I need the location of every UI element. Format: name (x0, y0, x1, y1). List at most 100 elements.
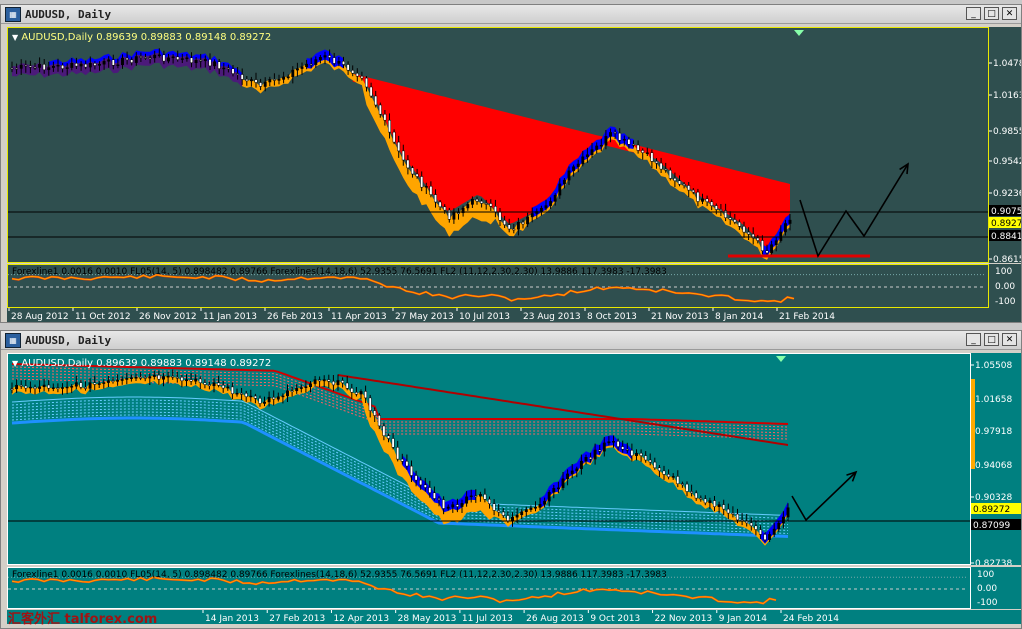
candle-body (602, 442, 606, 452)
indicator-tick-label: -100 (995, 297, 1016, 307)
candle-body (484, 203, 488, 205)
date-label: 11 Jan 2013 (203, 312, 257, 322)
candle-body (438, 201, 442, 208)
candle-body (722, 504, 726, 510)
candle-body (733, 219, 737, 223)
candle-body (627, 139, 631, 145)
window-titlebar-top[interactable]: ▦ AUDUSD, Daily _ □ ✕ (1, 5, 1021, 24)
candle-body (657, 467, 661, 472)
candle-body (351, 70, 355, 74)
price-tick-label: 0.8615 (993, 255, 1021, 263)
candle-body (758, 529, 762, 535)
close-button[interactable]: ✕ (1002, 7, 1017, 20)
maximize-button[interactable]: □ (984, 333, 999, 346)
candle-body (507, 224, 511, 230)
candle-body (15, 67, 19, 70)
candle-body (364, 391, 368, 399)
candle-body (212, 382, 216, 387)
candle-body (190, 57, 193, 63)
price-tick-label: 0.94068 (975, 461, 1012, 471)
indicator-readout-bottom: Forexline1 0.0016 0.0010 FL05(14, 5) 0.8… (12, 570, 667, 580)
candle-body (538, 504, 542, 508)
candle-body (511, 516, 514, 522)
candle-body (365, 77, 368, 88)
candle-body (19, 384, 23, 387)
candle-body (28, 386, 32, 389)
candle-body (728, 217, 732, 220)
candle-body (581, 156, 585, 165)
candle-body (65, 386, 69, 389)
candle-body (323, 55, 327, 58)
date-label: 28 May 2013 (398, 614, 457, 624)
candle-body (415, 173, 419, 177)
candle-body (498, 211, 502, 221)
date-label: 21 Nov 2013 (651, 312, 709, 322)
date-label: 11 Apr 2013 (331, 312, 387, 322)
candle-body (254, 79, 258, 83)
candle-body (478, 494, 482, 497)
candle-body (194, 378, 198, 382)
candle-body (369, 86, 373, 97)
maximize-button[interactable]: □ (984, 7, 999, 20)
candle-body (24, 64, 28, 67)
candle-body (226, 386, 230, 389)
candle-body (272, 396, 276, 400)
date-label: 8 Oct 2013 (587, 312, 637, 322)
candle-body (524, 509, 528, 512)
candle-body (685, 483, 689, 492)
candle-body (354, 392, 358, 395)
candle-body (469, 495, 473, 498)
candle-body (691, 189, 695, 193)
indicator-panel-bottom[interactable]: Forexline1 0.0016 0.0010 FL05(14, 5) 0.8… (7, 567, 971, 609)
chart-window-bottom[interactable]: ▦ AUDUSD, Daily _ □ ✕ ▼ AUDUSD,Daily 0.8… (0, 330, 1022, 629)
candle-body (79, 63, 83, 67)
candle-body (516, 221, 520, 230)
price-panel-top[interactable]: ▼ AUDUSD,Daily 0.89639 0.89883 0.89148 0… (7, 27, 989, 263)
chart-window-top[interactable]: ▦ AUDUSD, Daily _ □ ✕ ▼ AUDUSD,Daily 0.8… (0, 4, 1022, 323)
candle-body (162, 376, 165, 380)
candle-body (314, 59, 318, 65)
candle-body (501, 511, 505, 516)
indicator-panel-top[interactable]: Forexline1 0.0016 0.0010 FL05(14, 5) 0.8… (7, 264, 989, 308)
candle-body (84, 63, 88, 68)
minimize-button[interactable]: _ (966, 333, 981, 346)
candle-body (203, 382, 207, 385)
candle-body (230, 386, 234, 394)
candle-body (682, 183, 686, 186)
candle-body (671, 476, 675, 478)
current-price-tag-label: 0.9075 (991, 207, 1021, 217)
chart-menu-icon[interactable]: ▼ (12, 359, 18, 368)
minimize-button[interactable]: _ (966, 7, 981, 20)
candle-body (38, 386, 42, 389)
projection-path (799, 163, 909, 258)
candle-body (286, 76, 290, 79)
candle-body (632, 144, 635, 146)
candle-body (198, 378, 202, 383)
candle-body (429, 186, 433, 195)
candle-body (645, 152, 649, 154)
candle-body (152, 374, 156, 377)
candle-body (783, 223, 787, 233)
candle-body (455, 504, 459, 507)
date-label: 9 Oct 2013 (590, 614, 640, 624)
candle-body (281, 395, 285, 398)
close-button[interactable]: ✕ (1002, 333, 1017, 346)
candle-body (102, 61, 106, 65)
chart-menu-icon[interactable]: ▼ (12, 33, 18, 42)
candle-body (359, 391, 363, 395)
candle-body (120, 379, 124, 381)
window-titlebar-bottom[interactable]: ▦ AUDUSD, Daily _ □ ✕ (1, 331, 1021, 350)
price-panel-bottom[interactable]: ▼ AUDUSD,Daily 0.89639 0.89883 0.89148 0… (7, 353, 971, 565)
candle-body (747, 231, 751, 235)
candle-body (391, 438, 395, 448)
candle-body (772, 528, 776, 535)
candle-body (401, 150, 405, 161)
price-axis-top: 1.0478 1.0163 0.9855 0.9542 0.9236 0.8615 0.90… (989, 27, 1022, 265)
candle-body (529, 507, 533, 510)
candle-body (465, 496, 469, 504)
candle-body (277, 79, 281, 81)
red-ribbon (338, 374, 788, 446)
candle-body (515, 514, 519, 518)
indicator-axis-top: 100 0.00 -100 (989, 264, 1021, 308)
time-axis-labels-bottom: 14 Jan 2013 27 Feb 2013 12 Apr 2013 28 May … (202, 610, 839, 624)
